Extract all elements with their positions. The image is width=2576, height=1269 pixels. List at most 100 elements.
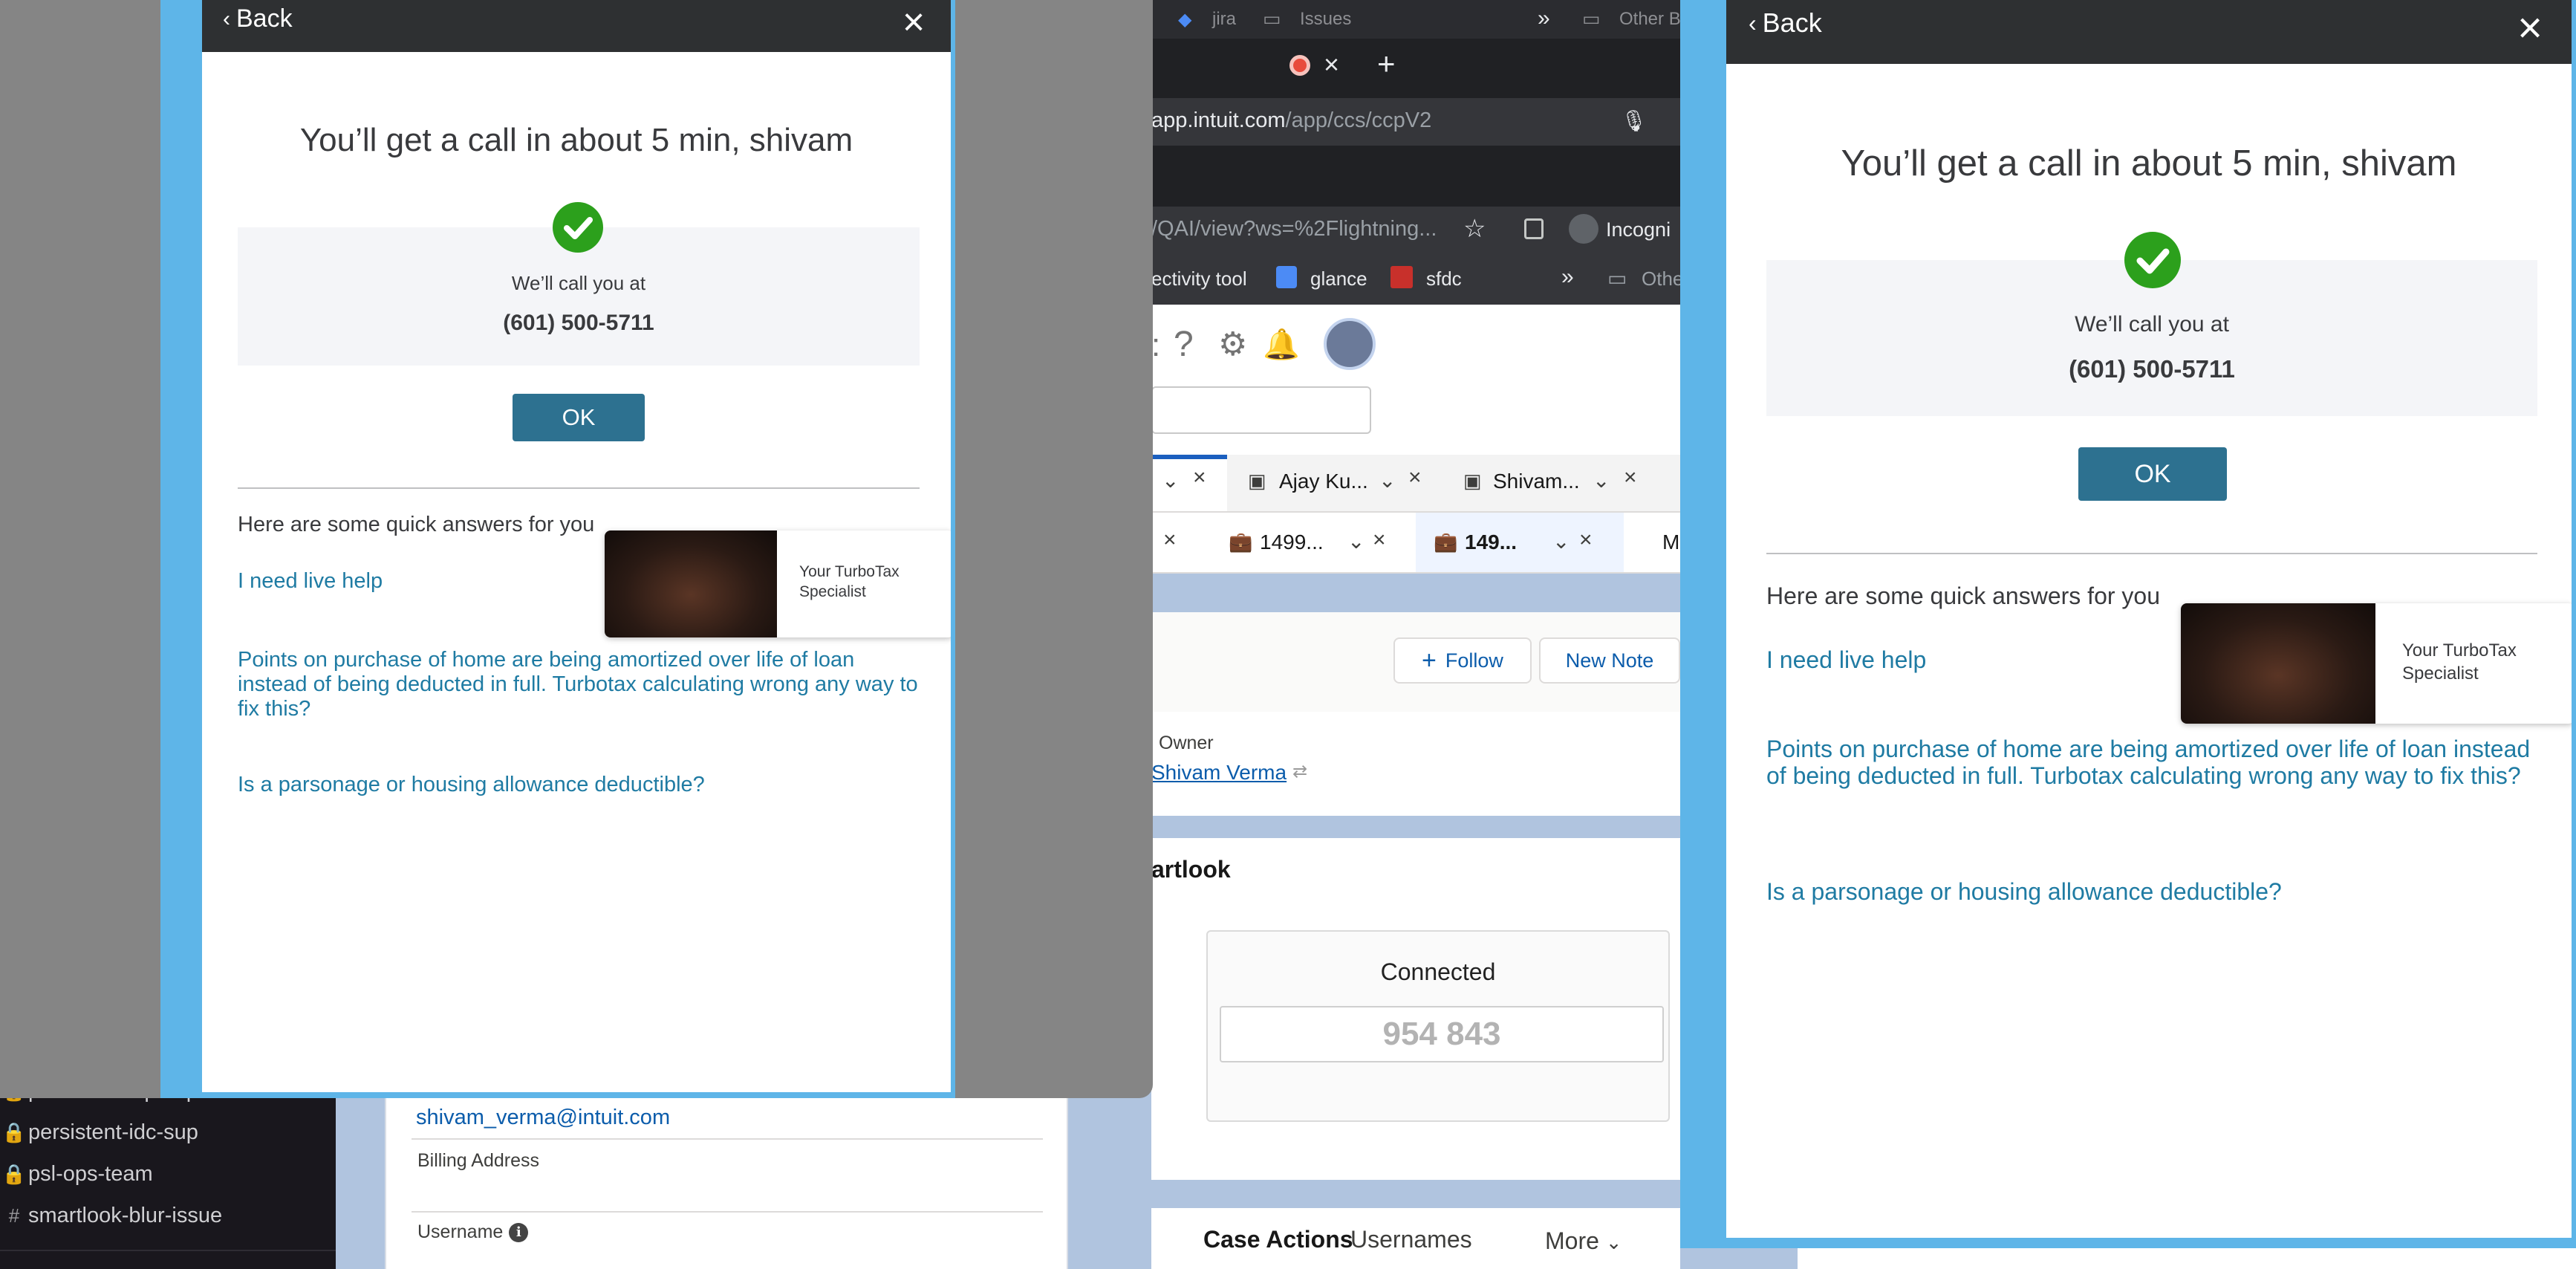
bookmark-sfdc[interactable]: sfdc <box>1426 267 1462 291</box>
channel-name: smartlook-blur-issue <box>28 1203 223 1227</box>
connection-box: Connected 954 843 <box>1206 930 1670 1122</box>
smartlook-title: artlook <box>1151 856 1231 883</box>
close-button[interactable]: × <box>2512 3 2548 53</box>
chevron-down-icon[interactable]: ⌄ <box>1379 468 1396 493</box>
new-tab-button[interactable]: + <box>1377 46 1396 82</box>
bookmark-jira[interactable]: jira <box>1212 9 1236 30</box>
lock-icon: 🔒 <box>1 1120 27 1143</box>
back-button[interactable]: ‹ Back <box>223 4 293 33</box>
widget-header: ‹ Back × <box>202 0 951 52</box>
close-tab-icon[interactable]: × <box>1324 49 1339 80</box>
username-label-text: Username <box>417 1221 504 1242</box>
smartlook-card: artlook Connected 954 843 <box>1151 838 1680 1180</box>
channel-item[interactable]: 🔒 psl-ops-team <box>0 1153 153 1195</box>
glance-icon <box>1276 266 1297 288</box>
callback-widget-left: ‹ Back × You’ll get a call in about 5 min… <box>202 0 951 1092</box>
chevron-down-icon[interactable]: ⌄ <box>1593 468 1610 493</box>
bookmark-glance[interactable]: glance <box>1310 267 1367 291</box>
url-path: /app/ccs/ccpV2 <box>1285 108 1432 132</box>
star-icon[interactable]: ☆ <box>1463 214 1486 244</box>
contact-detail-panel: shivam_verma@intuit.com Billing Address … <box>385 1070 1068 1269</box>
usernames-tab[interactable]: Usernames <box>1350 1226 1472 1253</box>
answer-link[interactable]: Points on purchase of home are being amo… <box>238 648 920 721</box>
answer-link[interactable]: I need live help <box>238 569 383 594</box>
folder-icon: ▭ <box>1582 7 1601 30</box>
ok-button[interactable]: OK <box>2078 447 2227 501</box>
workspace-tab-label[interactable]: Shivam... <box>1493 470 1580 493</box>
follow-button[interactable]: + Follow <box>1393 637 1532 684</box>
contact-card-icon: ▣ <box>1463 470 1482 492</box>
subtab-label[interactable]: 149... <box>1465 530 1517 554</box>
answer-link[interactable]: Is a parsonage or housing allowance dedu… <box>238 773 705 797</box>
bookmarks-bar: ectivity tool glance sfdc » ▭ Othe <box>1151 254 1680 305</box>
chevron-down-icon[interactable]: ⌄ <box>1552 529 1570 554</box>
hash-icon: # <box>8 1204 20 1227</box>
chevron-down-icon[interactable]: ⌄ <box>1347 529 1365 554</box>
specialist-label: Your TurboTax Specialist <box>2402 640 2517 684</box>
change-owner-icon[interactable]: ⇄ <box>1292 761 1307 782</box>
close-icon[interactable]: × <box>1408 465 1422 490</box>
connection-code: 954 843 <box>1220 1006 1664 1062</box>
specialist-video-tile[interactable]: Your TurboTax Specialist <box>2181 603 2572 724</box>
chevron-down-icon[interactable]: ⌄ <box>1162 468 1179 493</box>
ok-button[interactable]: OK <box>513 394 645 441</box>
bookmark-issues[interactable]: Issues <box>1300 9 1351 30</box>
channel-item[interactable]: # smartlook-blur-issue <box>0 1195 222 1236</box>
new-note-label: New Note <box>1565 649 1654 672</box>
bookmark-other[interactable]: Othe <box>1642 267 1680 291</box>
callback-widget-right: ‹ Back × You’ll get a call in about 5 min… <box>1726 0 2572 1238</box>
owner-link[interactable]: Shivam Verma <box>1151 761 1287 785</box>
channel-item[interactable]: 🔒 persistent-idc-sup <box>0 1111 198 1153</box>
bookmarks-overflow[interactable]: » <box>1561 264 1574 290</box>
specialist-video-tile[interactable]: Your TurboTax Specialist <box>605 530 951 637</box>
bookmarks-overflow[interactable]: » <box>1538 6 1550 31</box>
address-bar[interactable]: app.intuit.com/app/ccs/ccpV2 🎙 <box>1151 98 1680 146</box>
close-icon[interactable]: × <box>1193 465 1206 490</box>
headline: You’ll get a call in about 5 min, shivam <box>1841 143 2457 184</box>
check-icon <box>2124 232 2181 288</box>
address-bar-second[interactable]: /QAI/view?ws=%2Flightning... ☆ Incogni <box>1151 207 1680 254</box>
info-icon[interactable]: i <box>509 1223 529 1243</box>
plus-icon: + <box>1422 646 1437 675</box>
chevron-left-icon: ‹ <box>1749 9 1757 36</box>
subtab-overflow[interactable]: M <box>1662 530 1679 554</box>
subtab-label[interactable]: 1499... <box>1260 530 1324 554</box>
briefcase-icon: 💼 <box>1434 530 1458 553</box>
sfdc-icon <box>1391 266 1413 288</box>
bookmark-connectivity[interactable]: ectivity tool <box>1151 267 1247 291</box>
close-button[interactable]: × <box>897 0 930 45</box>
slack-sidebar: 🔒 persistent-cip-sup 🔒 persistent-idc-su… <box>0 1070 336 1269</box>
close-icon[interactable]: × <box>1579 528 1593 553</box>
bookmark-other[interactable]: Other B <box>1619 9 1680 30</box>
new-note-button[interactable]: New Note <box>1539 637 1680 684</box>
side-panel-icon[interactable] <box>1524 218 1544 239</box>
search-input[interactable] <box>1151 386 1371 434</box>
case-actions-bar: Case Actions Usernames More ⌄ <box>1151 1208 1680 1269</box>
help-icon[interactable]: ? <box>1174 324 1194 365</box>
email-link[interactable]: shivam_verma@intuit.com <box>416 1106 670 1130</box>
browser-chrome <box>1151 146 1680 207</box>
phone-number: (601) 500-5711 <box>2069 355 2235 383</box>
answer-link[interactable]: Is a parsonage or housing allowance dedu… <box>1766 878 2282 905</box>
microphone-icon[interactable]: 🎙 <box>1621 108 1648 133</box>
more-tab[interactable]: More ⌄ <box>1545 1227 1622 1255</box>
briefcase-icon: 💼 <box>1229 530 1253 553</box>
page-band <box>1151 574 1680 612</box>
divider <box>1766 553 2537 554</box>
avatar[interactable] <box>1324 318 1376 370</box>
close-icon[interactable]: × <box>1163 528 1177 553</box>
answer-link[interactable]: Points on purchase of home are being amo… <box>1766 736 2539 790</box>
workspace-tab-label[interactable]: Ajay Ku... <box>1279 470 1368 493</box>
answer-link[interactable]: I need live help <box>1766 646 1926 673</box>
case-subtabs: × 💼 1499... ⌄ × 💼 149... ⌄ × M <box>1151 513 1680 574</box>
bell-icon[interactable]: 🔔 <box>1263 327 1300 362</box>
connected-label: Connected <box>1380 958 1496 985</box>
close-icon[interactable]: × <box>1624 465 1637 490</box>
back-button[interactable]: ‹ Back <box>1749 7 1822 39</box>
close-icon[interactable]: × <box>1373 528 1386 553</box>
gear-icon[interactable]: ⚙ <box>1218 325 1247 363</box>
page-band <box>1151 1180 1680 1208</box>
headline: You’ll get a call in about 5 min, shivam <box>299 122 853 158</box>
case-actions-tab[interactable]: Case Actions <box>1203 1226 1353 1253</box>
specialist-video <box>2181 603 2375 724</box>
